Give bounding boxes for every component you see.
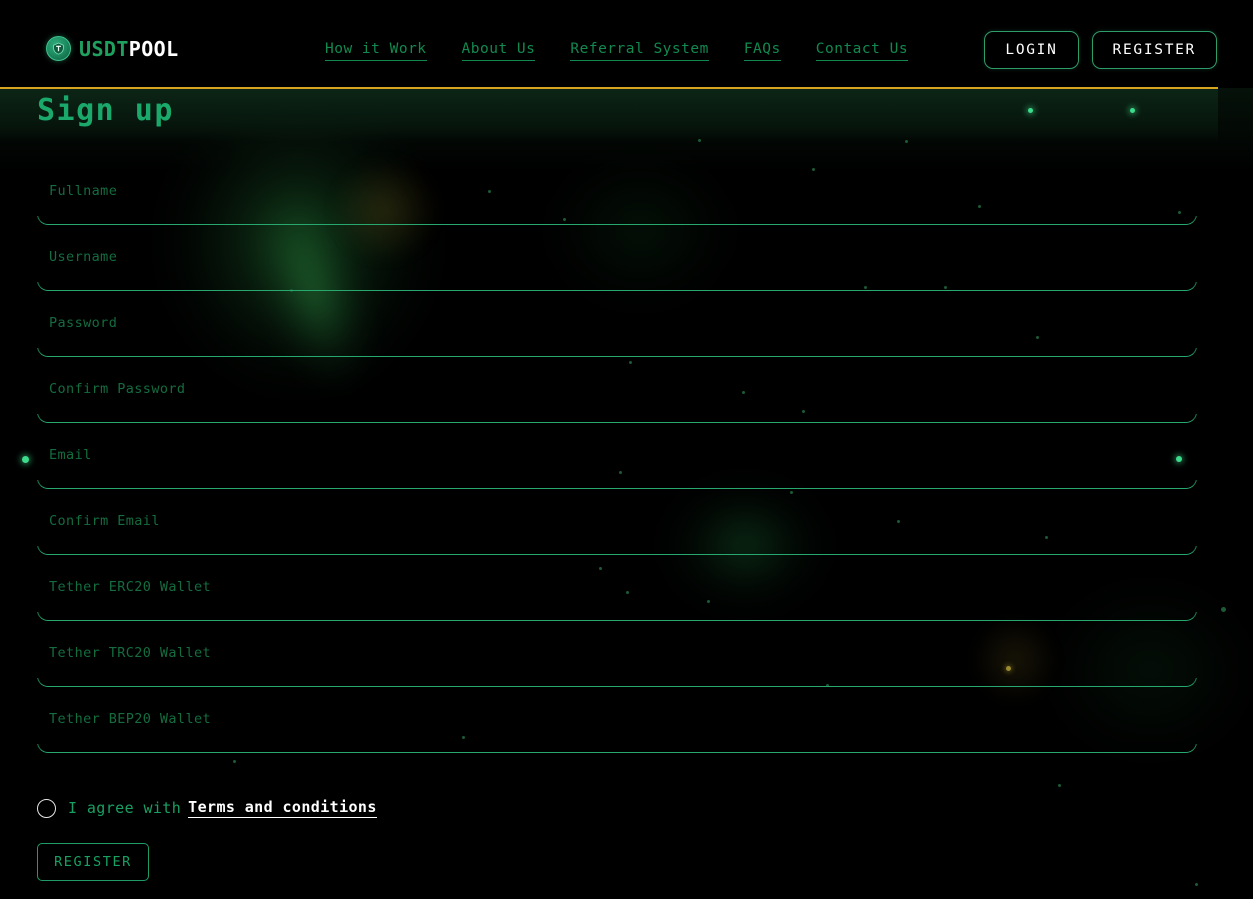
particle-dot [812,168,815,171]
header-divider [0,87,1218,89]
field-email: Email [37,436,1197,502]
field-label-username: Username [49,249,118,265]
username-input[interactable] [37,282,1197,291]
terms-and-conditions-link[interactable]: Terms and conditions [188,798,377,818]
hero-band [0,88,1218,142]
brand-text-secondary: POOL [128,36,179,61]
register-button[interactable]: REGISTER [1091,31,1217,69]
site-header: USDTPOOL How it Work About Us Referral S… [0,0,1253,88]
hero-band-fade [0,88,1253,172]
field-tether-erc20-wallet: Tether ERC20 Wallet [37,568,1197,634]
tether-coin-icon [46,36,71,61]
login-button[interactable]: LOGIN [984,31,1079,69]
page-title: Sign up [37,93,174,128]
field-fullname: Fullname [37,172,1197,238]
nav-item-faqs[interactable]: FAQs [743,41,781,61]
field-label-confirm-email: Confirm Email [49,513,160,529]
nav-item-referral-system[interactable]: Referral System [570,41,709,61]
header-actions: LOGIN REGISTER [984,31,1217,69]
password-input[interactable] [37,348,1197,357]
confirm-email-input[interactable] [37,546,1197,555]
main-navigation: How it Work About Us Referral System FAQ… [325,41,909,61]
field-tether-trc20-wallet: Tether TRC20 Wallet [37,634,1197,700]
field-label-tether-erc20-wallet: Tether ERC20 Wallet [49,579,212,595]
field-label-password: Password [49,315,118,331]
particle-dot [698,139,701,142]
brand-logo[interactable]: USDTPOOL [46,36,179,61]
terms-checkbox[interactable] [37,798,56,818]
field-label-fullname: Fullname [49,183,118,199]
field-tether-bep20-wallet: Tether BEP20 Wallet [37,700,1197,766]
particle-dot [1195,883,1198,886]
nav-item-contact-us[interactable]: Contact Us [815,41,909,61]
signup-page: USDTPOOL How it Work About Us Referral S… [0,0,1253,899]
field-label-confirm-password: Confirm Password [49,381,186,397]
signup-form: Fullname Username Password Confirm Passw… [37,172,1197,766]
field-label-tether-bep20-wallet: Tether BEP20 Wallet [49,711,212,727]
fullname-input[interactable] [37,216,1197,225]
nav-item-about-us[interactable]: About Us [461,41,536,61]
particle-dot [1028,108,1033,113]
particle-dot [22,456,29,463]
field-label-email: Email [49,447,92,463]
submit-register-button[interactable]: REGISTER [37,843,149,881]
field-password: Password [37,304,1197,370]
particle-dot [905,140,908,143]
brand-text-primary: USDT [79,36,129,61]
email-input[interactable] [37,480,1197,489]
field-label-tether-trc20-wallet: Tether TRC20 Wallet [49,645,212,661]
particle-dot [1058,784,1061,787]
confirm-password-input[interactable] [37,414,1197,423]
nav-item-how-it-work[interactable]: How it Work [325,41,427,61]
field-username: Username [37,238,1197,304]
terms-agreement-label: I agree with [68,799,182,817]
particle-dot [1221,607,1226,612]
terms-agreement-row: I agree with Terms and conditions [37,798,377,818]
particle-dot [1130,108,1135,113]
field-confirm-password: Confirm Password [37,370,1197,436]
field-confirm-email: Confirm Email [37,502,1197,568]
